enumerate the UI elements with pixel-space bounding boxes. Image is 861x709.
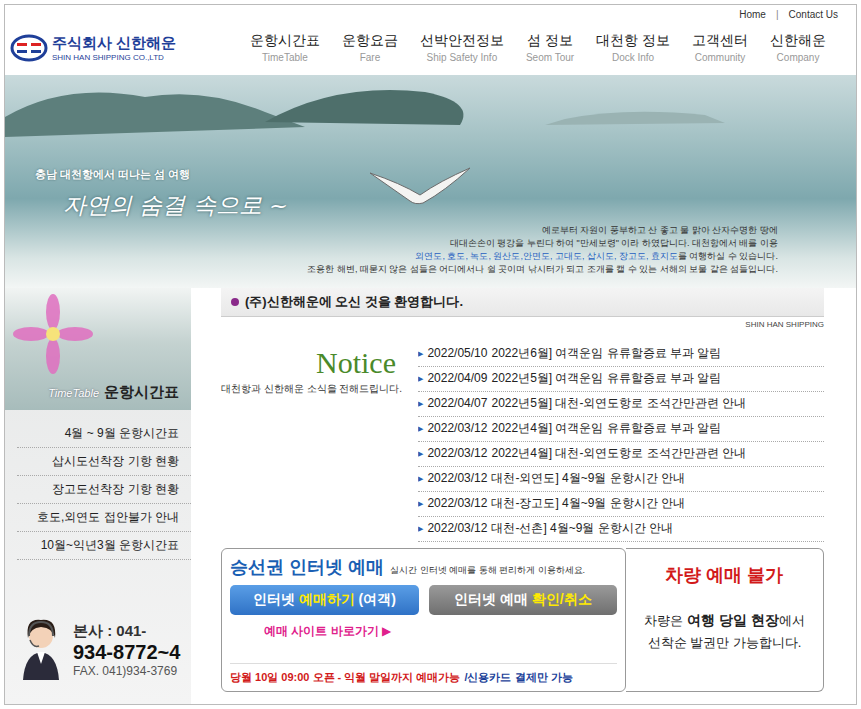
booking-button[interactable]: 인터넷 예매 확인/취소	[429, 585, 618, 615]
booking-title: 승선권 인터넷 예매	[230, 555, 384, 579]
company-emblem-icon	[9, 33, 49, 63]
booking-description: 실시간 인터넷 예매를 통해 편리하게 이용하세요.	[390, 564, 585, 577]
seagull-icon	[365, 163, 475, 213]
nav-item[interactable]: 대천항 정보Dock Info	[596, 32, 670, 63]
hero-subtitle: 충남 대천항에서 떠나는 섬 여행	[35, 167, 288, 182]
notice-bullet-icon: ▶	[418, 442, 423, 466]
notice-row[interactable]: ▶2022/03/122022년4월] 여객운임 유류할증료 부과 알림	[418, 417, 824, 442]
hero-line: 대대손손이 평강을 누린다 하여 "만세보령" 이라 하였답니다. 대천항에서 …	[307, 237, 778, 250]
notice-bullet-icon: ▶	[418, 417, 423, 441]
notice-row[interactable]: ▶2022/03/12대천-장고도] 4월~9월 운항시간 안내	[418, 492, 824, 517]
vehicle-line: 차량은 여행 당일 현장에서	[632, 609, 817, 632]
booking-payment: /신용카드 결제만 가능	[464, 670, 572, 685]
top-links: Home | Contact Us	[5, 5, 856, 20]
contact-label: 본사 : 041-	[73, 622, 180, 641]
logo[interactable]: 주식회사 신한해운SHIN HAN SHIPPING CO.,LTD	[9, 33, 176, 63]
sidebar-photo: TimeTable운항시간표	[5, 288, 191, 410]
nav-item[interactable]: 선박안전정보Ship Safety Info	[420, 32, 504, 63]
vehicle-panel: 차량 예매 불가차량은 여행 당일 현장에서선착순 발권만 가능합니다.	[626, 548, 824, 692]
islands-icon	[5, 77, 856, 167]
body: TimeTable운항시간표 4월 ~ 9월 운항시간표삽시도선착장 기항 현황장…	[5, 288, 856, 704]
notice-row[interactable]: ▶2022/04/092022년5월] 여객운임 유류할증료 부과 알림	[418, 367, 824, 392]
notice-list: ▶2022/05/102022년6월] 여객운임 유류할증료 부과 알림▶202…	[418, 342, 824, 534]
header: Home|Contact Us주식회사 신한해운SHIN HAN SHIPPIN…	[5, 5, 856, 75]
hero-line: 예로부터 자원이 풍부하고 산 좋고 물 맑아 산자수명한 땅에	[307, 224, 778, 237]
welcome-bar: (주)신한해운에 오신 것을 환영합니다. SHIN HAN SHIPPING	[221, 288, 824, 330]
sidebar-item[interactable]: 10월~익년3월 운항시간표	[17, 532, 191, 560]
notice-section: Notice 대천항과 신한해운 소식을 전해드립니다. ▶2022/05/1020…	[221, 342, 824, 534]
sidebar-item[interactable]: 4월 ~ 9월 운항시간표	[17, 420, 191, 448]
notice-row[interactable]: ▶2022/03/12대천-선촌] 4월~9월 운항시간 안내	[418, 517, 824, 542]
notice-bullet-icon: ▶	[418, 467, 423, 491]
booking-notice: 당월 10일 09:00 오픈 - 익월 말일까지 예매가능	[230, 670, 460, 685]
notice-row[interactable]: ▶2022/04/072022년5월] 대천-외연도항로 조석간만관련 안내	[418, 392, 824, 417]
sidebar-item[interactable]: 삽시도선착장 기항 현황	[17, 448, 191, 476]
logo-english: SHIN HAN SHIPPING CO.,LTD	[52, 53, 176, 62]
logo-name: 주식회사 신한해운	[52, 34, 176, 53]
nav-item[interactable]: 고객센터Community	[692, 32, 748, 63]
bullet-dot-icon	[231, 298, 239, 306]
booking-site-link[interactable]: 예매 사이트 바로가기 ▶	[264, 624, 391, 638]
notice-bullet-icon: ▶	[418, 392, 423, 416]
top-link[interactable]: Home	[739, 9, 766, 20]
sidebar: TimeTable운항시간표 4월 ~ 9월 운항시간표삽시도선착장 기항 현황장…	[5, 288, 191, 704]
notice-bullet-icon: ▶	[418, 517, 423, 541]
call-agent-icon	[13, 608, 69, 680]
contact-number: 934-8772~4	[73, 641, 180, 664]
notice-row[interactable]: ▶2022/03/12대천-외연도] 4월~9월 운항시간 안내	[418, 467, 824, 492]
booking-button[interactable]: 인터넷 예매하기 (여객)	[230, 585, 419, 615]
sidebar-item[interactable]: 호도,외연도 접안불가 안내	[17, 504, 191, 532]
sidebar-item[interactable]: 장고도선착장 기항 현황	[17, 476, 191, 504]
vehicle-title: 차량 예매 불가	[632, 563, 817, 587]
header-row: 주식회사 신한해운SHIN HAN SHIPPING CO.,LTD 운항시간표T…	[5, 20, 856, 75]
nav-item[interactable]: 신한해운Company	[770, 32, 826, 63]
flower-icon	[13, 294, 93, 374]
notice-subtitle: 대천항과 신한해운 소식을 전해드립니다.	[221, 382, 396, 396]
nav-item[interactable]: 운항요금Fare	[342, 32, 398, 63]
nav-item[interactable]: 섬 정보Seom Tour	[526, 32, 574, 63]
sidebar-list: 4월 ~ 9월 운항시간표삽시도선착장 기항 현황장고도선착장 기항 현황호도,…	[17, 420, 191, 560]
notice-bullet-icon: ▶	[418, 492, 423, 516]
notice-bullet-icon: ▶	[418, 367, 423, 391]
notice-row[interactable]: ▶2022/03/122022년4월] 대천-외연도항로 조석간만관련 안내	[418, 442, 824, 467]
welcome-text: (주)신한해운에 오신 것을 환영합니다.	[245, 293, 463, 311]
booking-row: 승선권 인터넷 예매 실시간 인터넷 예매를 통해 편리하게 이용하세요. 인터넷 …	[221, 548, 824, 692]
main-nav: 운항시간표TimeTable 운항요금Fare 선박안전정보Ship Safety …	[250, 32, 826, 63]
sidebar-title: TimeTable운항시간표	[48, 383, 179, 402]
hero-line: 외연도, 호도, 녹도, 원산도,안면도, 고대도, 삽시도, 장고도, 효지도…	[307, 250, 778, 263]
notice-title: Notice	[221, 346, 396, 380]
contact-fax: FAX. 041)934-3769	[73, 664, 180, 678]
nav-item[interactable]: 운항시간표TimeTable	[250, 32, 320, 63]
top-link[interactable]: Contact Us	[789, 9, 838, 20]
hero-line: 조용한 해변, 때묻지 않은 섬들은 어디에서나 쉴 곳이며 낚시터가 되고 조…	[307, 263, 778, 276]
top-link-separator: |	[776, 9, 779, 20]
page: Home|Contact Us주식회사 신한해운SHIN HAN SHIPPIN…	[4, 4, 857, 705]
main-content: (주)신한해운에 오신 것을 환영합니다. SHIN HAN SHIPPING No…	[191, 288, 856, 704]
notice-bullet-icon: ▶	[418, 342, 423, 366]
booking-panel: 승선권 인터넷 예매 실시간 인터넷 예매를 통해 편리하게 이용하세요. 인터넷 …	[221, 548, 626, 692]
notice-row[interactable]: ▶2022/05/102022년6월] 여객운임 유류할증료 부과 알림	[418, 342, 824, 367]
contact: 본사 : 041-934-8772~4FAX. 041)934-3769	[5, 608, 191, 680]
hero-tagline: 자연의 숨결 속으로 ~	[63, 190, 288, 221]
vehicle-line: 선착순 발권만 가능합니다.	[632, 632, 817, 654]
hero-description: 예로부터 자원이 풍부하고 산 좋고 물 맑아 산자수명한 땅에대대손손이 평강…	[307, 224, 856, 288]
hero-banner: 충남 대천항에서 떠나는 섬 여행자연의 숨결 속으로 ~ 예로부터 자원이 풍부…	[5, 75, 856, 288]
welcome-brand: SHIN HAN SHIPPING	[221, 317, 824, 329]
